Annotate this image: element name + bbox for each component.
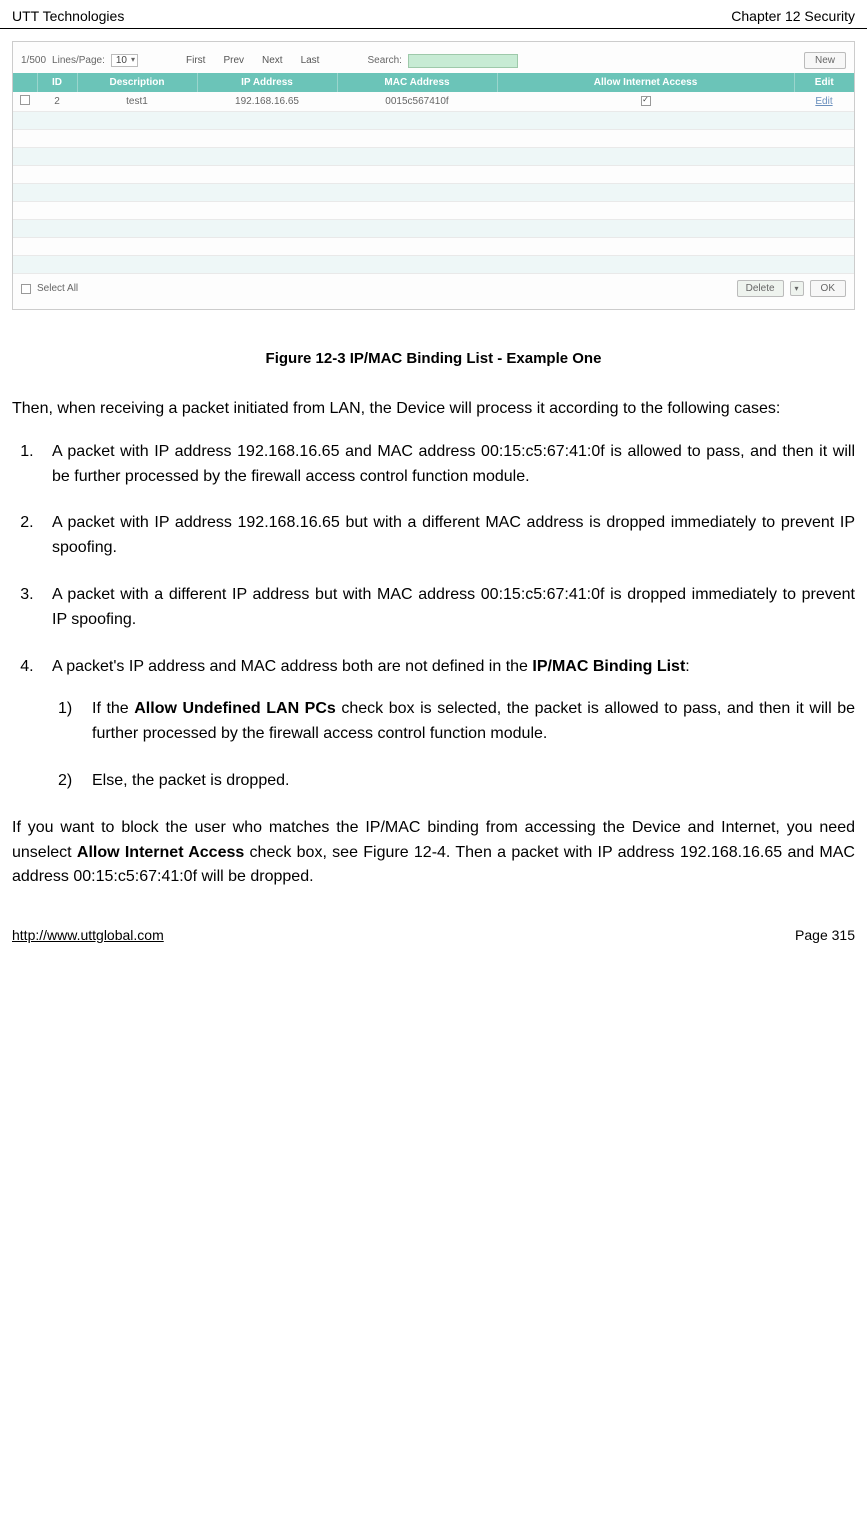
page-counter: 1/500	[21, 55, 46, 66]
binding-table: ID Description IP Address MAC Address Al…	[13, 73, 854, 274]
table-row	[13, 148, 854, 166]
sub-list-item: 1) If the Allow Undefined LAN PCs check …	[82, 697, 855, 747]
select-all-checkbox[interactable]	[21, 284, 31, 294]
intro-paragraph: Then, when receiving a packet initiated …	[12, 397, 855, 422]
table-row	[13, 220, 854, 238]
cell-description: test1	[77, 92, 197, 112]
col-ip: IP Address	[197, 73, 337, 92]
delete-dropdown-icon[interactable]: ▾	[790, 281, 804, 296]
sub-ordered-list: 1) If the Allow Undefined LAN PCs check …	[52, 697, 855, 793]
sub1-bold: Allow Undefined LAN PCs	[134, 700, 336, 717]
sub-number: 1)	[58, 697, 72, 722]
nav-prev[interactable]: Prev	[217, 55, 250, 66]
table-row: 2 test1 192.168.16.65 0015c567410f Edit	[13, 92, 854, 112]
lines-per-page-label: Lines/Page:	[52, 55, 105, 66]
sub-list-item: 2) Else, the packet is dropped.	[82, 769, 855, 794]
figure-screenshot: 1/500 Lines/Page: 10 First Prev Next Las…	[12, 41, 855, 310]
col-mac: MAC Address	[337, 73, 497, 92]
col-id: ID	[37, 73, 77, 92]
item4-suffix: :	[685, 658, 689, 675]
sub1-prefix: If the	[92, 700, 134, 717]
table-row	[13, 184, 854, 202]
select-all-label: Select All	[37, 283, 78, 294]
sub2-text: Else, the packet is dropped.	[92, 772, 289, 789]
search-label: Search:	[367, 55, 401, 66]
delete-button[interactable]: Delete	[737, 280, 784, 297]
nav-last[interactable]: Last	[295, 55, 326, 66]
edit-link[interactable]: Edit	[815, 96, 832, 107]
sub-number: 2)	[58, 769, 72, 794]
screenshot-toolbar: 1/500 Lines/Page: 10 First Prev Next Las…	[13, 48, 854, 73]
cell-ip: 192.168.16.65	[197, 92, 337, 112]
allow-checkbox[interactable]	[641, 96, 651, 106]
footer-page-number: Page 315	[795, 927, 855, 943]
lines-per-page-select[interactable]: 10	[111, 54, 138, 67]
closing-paragraph: If you want to block the user who matche…	[12, 816, 855, 890]
col-edit: Edit	[794, 73, 854, 92]
page-footer: http://www.uttglobal.com Page 315	[0, 920, 867, 955]
list-item: A packet with IP address 192.168.16.65 b…	[38, 511, 855, 561]
table-row	[13, 238, 854, 256]
nav-first[interactable]: First	[180, 55, 211, 66]
item4-bold: IP/MAC Binding List	[532, 658, 685, 675]
nav-next[interactable]: Next	[256, 55, 289, 66]
table-row	[13, 166, 854, 184]
figure-caption: Figure 12-3 IP/MAC Binding List - Exampl…	[12, 350, 855, 367]
table-row	[13, 256, 854, 274]
main-ordered-list: A packet with IP address 192.168.16.65 a…	[12, 440, 855, 794]
list-item: A packet with IP address 192.168.16.65 a…	[38, 440, 855, 490]
list-item: A packet with a different IP address but…	[38, 583, 855, 633]
col-checkbox	[13, 73, 37, 92]
table-row	[13, 130, 854, 148]
cell-id: 2	[37, 92, 77, 112]
item4-prefix: A packet's IP address and MAC address bo…	[52, 658, 532, 675]
closing-bold: Allow Internet Access	[77, 844, 244, 861]
col-allow: Allow Internet Access	[497, 73, 794, 92]
table-row	[13, 202, 854, 220]
cell-mac: 0015c567410f	[337, 92, 497, 112]
header-right: Chapter 12 Security	[731, 8, 855, 24]
row-checkbox[interactable]	[20, 95, 30, 105]
page-header: UTT Technologies Chapter 12 Security	[0, 0, 867, 29]
col-description: Description	[77, 73, 197, 92]
screenshot-footer: Select All Delete ▾ OK	[13, 274, 854, 303]
ok-button[interactable]: OK	[810, 280, 846, 297]
list-item: A packet's IP address and MAC address bo…	[38, 655, 855, 794]
header-left: UTT Technologies	[12, 8, 124, 24]
table-row	[13, 112, 854, 130]
new-button[interactable]: New	[804, 52, 846, 69]
search-input[interactable]	[408, 54, 518, 68]
footer-url[interactable]: http://www.uttglobal.com	[12, 927, 164, 943]
